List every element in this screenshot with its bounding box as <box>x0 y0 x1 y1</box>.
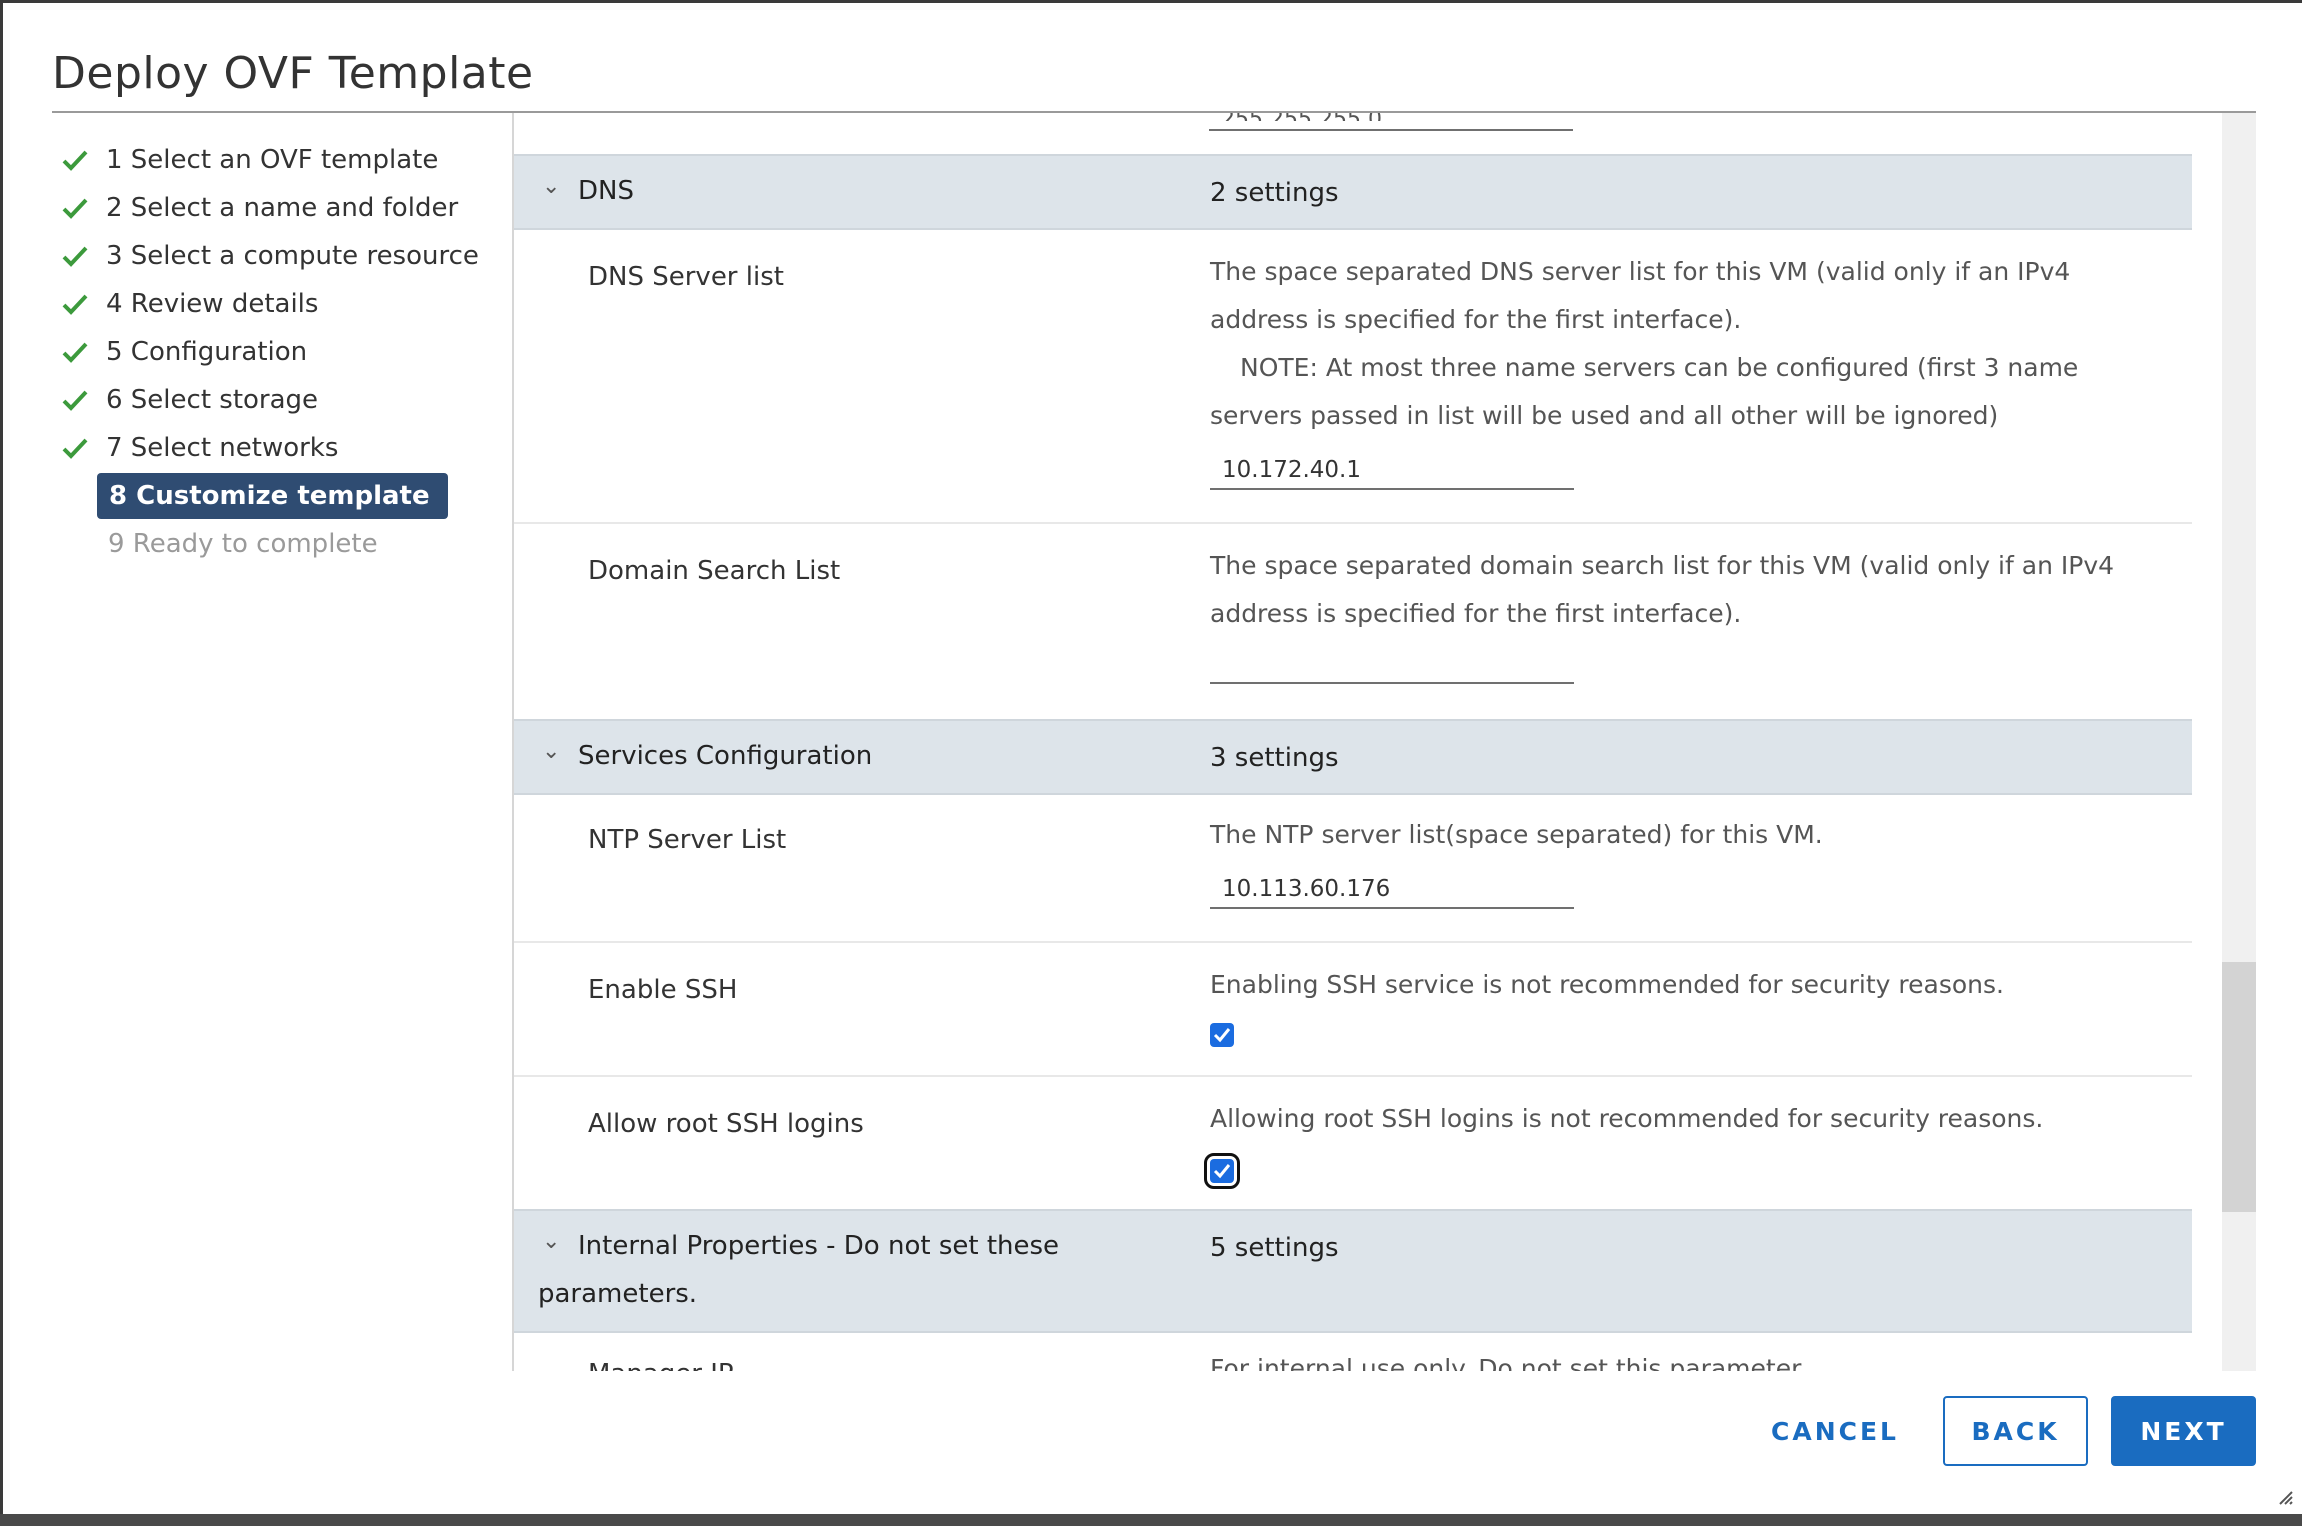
property-name: Enable SSH <box>588 975 738 1005</box>
step-label: 4 Review details <box>106 289 319 319</box>
section-internal-properties[interactable]: ⌄ Internal Properties - Do not set these… <box>514 1209 2192 1333</box>
property-description: For internal use only. Do not set this p… <box>1210 1354 1808 1371</box>
step-label: 5 Configuration <box>106 337 308 367</box>
property-description: The space separated DNS server list for … <box>1210 257 2079 430</box>
step-label: 7 Select networks <box>106 433 339 463</box>
property-description: The space separated domain search list f… <box>1210 551 2115 628</box>
section-count: 3 settings <box>1210 743 1339 773</box>
section-title-continued: parameters. <box>538 1279 698 1309</box>
step-customize-template[interactable]: 8 Customize template <box>62 472 482 520</box>
step-label: 6 Select storage <box>106 385 319 415</box>
property-description: Enabling SSH service is not recommended … <box>1210 970 2004 999</box>
check-icon <box>62 184 106 232</box>
wizard-steps: 1 Select an OVF template 2 Select a name… <box>62 136 482 568</box>
step-label: 2 Select a name and folder <box>106 193 459 223</box>
step-ready-to-complete: 9 Ready to complete <box>62 520 482 568</box>
step-select-networks[interactable]: 7 Select networks <box>62 424 482 472</box>
allow-root-ssh-checkbox[interactable] <box>1204 1153 1240 1189</box>
row-ntp-server-list: NTP Server List The NTP server list(spac… <box>514 793 2192 943</box>
section-title: DNS <box>578 176 634 206</box>
step-review-details[interactable]: 4 Review details <box>62 280 482 328</box>
property-name: DNS Server list <box>588 262 784 292</box>
step-label: 8 Customize template <box>97 473 448 519</box>
chevron-down-icon[interactable]: ⌄ <box>542 174 560 199</box>
scrollbar-thumb[interactable] <box>2222 962 2256 1212</box>
property-name: NTP Server List <box>588 825 787 855</box>
step-label: 1 Select an OVF template <box>106 145 439 175</box>
check-icon <box>62 424 106 472</box>
window-border-bottom <box>0 1514 2302 1526</box>
chevron-down-icon[interactable]: ⌄ <box>542 1229 560 1254</box>
row-domain-search-list: Domain Search List The space separated d… <box>514 524 2192 722</box>
property-description: The NTP server list(space separated) for… <box>1210 820 1823 849</box>
next-button[interactable]: NEXT <box>2111 1396 2256 1466</box>
step-select-storage[interactable]: 6 Select storage <box>62 376 482 424</box>
check-icon <box>62 376 106 424</box>
prev-field-value: 255.255.255.0 <box>1221 113 1382 121</box>
step-configuration[interactable]: 5 Configuration <box>62 328 482 376</box>
ntp-server-input[interactable]: 10.113.60.176 <box>1210 869 1574 909</box>
row-allow-root-ssh: Allow root SSH logins Allowing root SSH … <box>514 1077 2192 1211</box>
prev-field-input[interactable] <box>1209 129 1573 131</box>
property-description: Allowing root SSH logins is not recommen… <box>1210 1104 2044 1133</box>
row-manager-ip: Manager IP For internal use only. Do not… <box>514 1331 2192 1371</box>
window-border-top <box>0 0 2302 3</box>
domain-search-input[interactable] <box>1210 644 1574 684</box>
check-icon <box>62 328 106 376</box>
property-name: Manager IP <box>588 1359 734 1371</box>
dialog-title: Deploy OVF Template <box>52 48 534 99</box>
step-select-ovf[interactable]: 1 Select an OVF template <box>62 136 482 184</box>
section-count: 2 settings <box>1210 178 1339 208</box>
checkmark-icon <box>1213 1028 1231 1043</box>
template-properties-panel: 255.255.255.0 ⌄ DNS 2 settings DNS Serve… <box>512 113 2192 1371</box>
back-button[interactable]: BACK <box>1943 1396 2088 1466</box>
section-count: 5 settings <box>1210 1233 1339 1263</box>
row-enable-ssh: Enable SSH Enabling SSH service is not r… <box>514 943 2192 1077</box>
resize-handle-icon[interactable] <box>2276 1488 2294 1506</box>
row-dns-server-list: DNS Server list The space separated DNS … <box>514 228 2192 524</box>
step-name-folder[interactable]: 2 Select a name and folder <box>62 184 482 232</box>
window-border-left <box>0 0 3 1526</box>
enable-ssh-checkbox[interactable] <box>1210 1023 1234 1047</box>
check-icon <box>62 136 106 184</box>
dns-server-input[interactable]: 10.172.40.1 <box>1210 450 1574 490</box>
check-icon <box>62 232 106 280</box>
checkmark-icon <box>1213 1164 1231 1179</box>
chevron-down-icon[interactable]: ⌄ <box>542 739 560 764</box>
check-icon <box>62 280 106 328</box>
cancel-button[interactable]: CANCEL <box>1760 1396 1910 1466</box>
section-title: Services Configuration <box>578 741 873 771</box>
section-dns[interactable]: ⌄ DNS 2 settings <box>514 154 2192 230</box>
section-title: Internal Properties - Do not set these <box>578 1231 1060 1261</box>
step-label: 9 Ready to complete <box>108 529 378 559</box>
section-services-configuration[interactable]: ⌄ Services Configuration 3 settings <box>514 719 2192 795</box>
step-compute-resource[interactable]: 3 Select a compute resource <box>62 232 482 280</box>
property-name: Domain Search List <box>588 556 841 586</box>
property-name: Allow root SSH logins <box>588 1109 864 1139</box>
step-label: 3 Select a compute resource <box>106 241 479 271</box>
